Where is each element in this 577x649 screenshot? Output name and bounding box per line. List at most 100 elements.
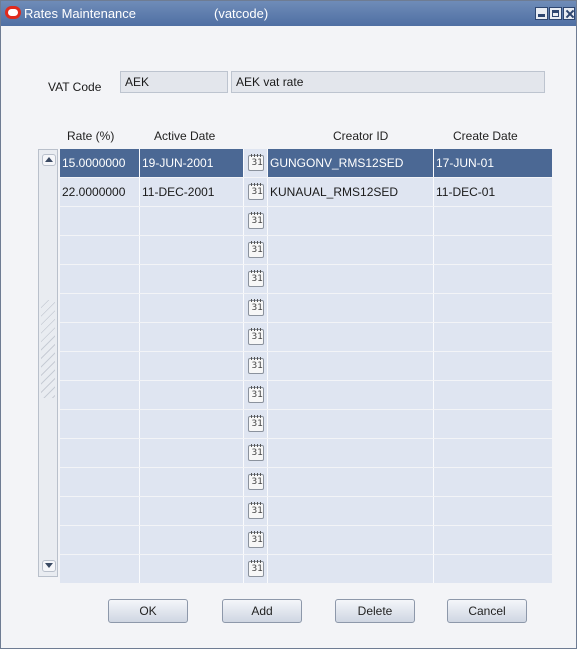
cancel-button[interactable]: Cancel bbox=[447, 599, 527, 623]
active-date-cell[interactable] bbox=[140, 352, 244, 380]
create-date-cell[interactable] bbox=[434, 207, 552, 235]
table-row[interactable]: 31 bbox=[60, 410, 552, 438]
creator-id-cell[interactable] bbox=[268, 497, 434, 525]
create-date-cell[interactable]: 17-JUN-01 bbox=[434, 149, 552, 177]
rate-cell[interactable] bbox=[60, 236, 140, 264]
rate-cell[interactable] bbox=[60, 294, 140, 322]
ok-button[interactable]: OK bbox=[108, 599, 188, 623]
close-icon[interactable] bbox=[563, 7, 575, 20]
calendar-button-cell[interactable]: 31 bbox=[244, 410, 268, 438]
creator-id-cell[interactable] bbox=[268, 439, 434, 467]
create-date-cell[interactable]: 11-DEC-01 bbox=[434, 178, 552, 206]
active-date-cell[interactable] bbox=[140, 207, 244, 235]
active-date-cell[interactable] bbox=[140, 526, 244, 554]
calendar-icon[interactable]: 31 bbox=[247, 560, 264, 577]
create-date-cell[interactable] bbox=[434, 468, 552, 496]
calendar-icon[interactable]: 31 bbox=[247, 328, 264, 345]
table-row[interactable]: 22.0000000 11-DEC-2001 31 KUNAUAL_RMS12SED 1… bbox=[60, 178, 552, 206]
rate-cell[interactable] bbox=[60, 526, 140, 554]
creator-id-cell[interactable] bbox=[268, 555, 434, 583]
add-button[interactable]: Add bbox=[222, 599, 302, 623]
active-date-cell[interactable] bbox=[140, 323, 244, 351]
create-date-cell[interactable] bbox=[434, 265, 552, 293]
creator-id-cell[interactable]: GUNGONV_RMS12SED bbox=[268, 149, 434, 177]
calendar-button-cell[interactable]: 31 bbox=[244, 178, 268, 206]
active-date-cell[interactable] bbox=[140, 439, 244, 467]
creator-id-cell[interactable] bbox=[268, 207, 434, 235]
vertical-scrollbar[interactable] bbox=[38, 149, 58, 577]
calendar-icon[interactable]: 31 bbox=[247, 270, 264, 287]
table-row[interactable]: 31 bbox=[60, 497, 552, 525]
rate-cell[interactable] bbox=[60, 265, 140, 293]
create-date-cell[interactable] bbox=[434, 323, 552, 351]
table-row[interactable]: 31 bbox=[60, 294, 552, 322]
calendar-button-cell[interactable]: 31 bbox=[244, 149, 268, 177]
table-row[interactable]: 31 bbox=[60, 526, 552, 554]
table-row[interactable]: 31 bbox=[60, 323, 552, 351]
creator-id-cell[interactable] bbox=[268, 236, 434, 264]
rate-cell[interactable] bbox=[60, 439, 140, 467]
scroll-down-icon[interactable] bbox=[42, 560, 56, 572]
table-row[interactable]: 31 bbox=[60, 381, 552, 409]
creator-id-cell[interactable] bbox=[268, 410, 434, 438]
table-row[interactable]: 31 bbox=[60, 265, 552, 293]
creator-id-cell[interactable] bbox=[268, 468, 434, 496]
creator-id-cell[interactable]: KUNAUAL_RMS12SED bbox=[268, 178, 434, 206]
rate-cell[interactable] bbox=[60, 381, 140, 409]
calendar-button-cell[interactable]: 31 bbox=[244, 555, 268, 583]
table-row[interactable]: 31 bbox=[60, 352, 552, 380]
scroll-grip[interactable] bbox=[41, 300, 55, 398]
creator-id-cell[interactable] bbox=[268, 381, 434, 409]
creator-id-cell[interactable] bbox=[268, 294, 434, 322]
rate-cell[interactable] bbox=[60, 207, 140, 235]
calendar-button-cell[interactable]: 31 bbox=[244, 439, 268, 467]
active-date-cell[interactable] bbox=[140, 497, 244, 525]
active-date-cell[interactable] bbox=[140, 555, 244, 583]
calendar-icon[interactable]: 31 bbox=[247, 444, 264, 461]
rate-cell[interactable] bbox=[60, 555, 140, 583]
calendar-button-cell[interactable]: 31 bbox=[244, 236, 268, 264]
rate-cell[interactable] bbox=[60, 352, 140, 380]
calendar-button-cell[interactable]: 31 bbox=[244, 526, 268, 554]
active-date-cell[interactable] bbox=[140, 265, 244, 293]
create-date-cell[interactable] bbox=[434, 381, 552, 409]
rate-cell[interactable] bbox=[60, 323, 140, 351]
calendar-icon[interactable]: 31 bbox=[247, 154, 264, 171]
calendar-button-cell[interactable]: 31 bbox=[244, 352, 268, 380]
rate-cell[interactable]: 15.0000000 bbox=[60, 149, 140, 177]
creator-id-cell[interactable] bbox=[268, 526, 434, 554]
create-date-cell[interactable] bbox=[434, 555, 552, 583]
calendar-button-cell[interactable]: 31 bbox=[244, 497, 268, 525]
calendar-icon[interactable]: 31 bbox=[247, 502, 264, 519]
calendar-button-cell[interactable]: 31 bbox=[244, 323, 268, 351]
calendar-button-cell[interactable]: 31 bbox=[244, 468, 268, 496]
active-date-cell[interactable] bbox=[140, 236, 244, 264]
minimize-icon[interactable] bbox=[535, 7, 548, 20]
rate-cell[interactable] bbox=[60, 497, 140, 525]
create-date-cell[interactable] bbox=[434, 352, 552, 380]
creator-id-cell[interactable] bbox=[268, 265, 434, 293]
table-row[interactable]: 31 bbox=[60, 236, 552, 264]
table-row[interactable]: 31 bbox=[60, 468, 552, 496]
rate-cell[interactable]: 22.0000000 bbox=[60, 178, 140, 206]
calendar-button-cell[interactable]: 31 bbox=[244, 294, 268, 322]
create-date-cell[interactable] bbox=[434, 294, 552, 322]
calendar-icon[interactable]: 31 bbox=[247, 183, 264, 200]
creator-id-cell[interactable] bbox=[268, 323, 434, 351]
create-date-cell[interactable] bbox=[434, 236, 552, 264]
active-date-cell[interactable] bbox=[140, 381, 244, 409]
table-row[interactable]: 31 bbox=[60, 207, 552, 235]
rate-cell[interactable] bbox=[60, 468, 140, 496]
calendar-icon[interactable]: 31 bbox=[247, 212, 264, 229]
title-bar[interactable]: Rates Maintenance (vatcode) bbox=[1, 1, 576, 26]
calendar-icon[interactable]: 31 bbox=[247, 299, 264, 316]
delete-button[interactable]: Delete bbox=[335, 599, 415, 623]
calendar-icon[interactable]: 31 bbox=[247, 415, 264, 432]
create-date-cell[interactable] bbox=[434, 410, 552, 438]
create-date-cell[interactable] bbox=[434, 497, 552, 525]
create-date-cell[interactable] bbox=[434, 526, 552, 554]
calendar-button-cell[interactable]: 31 bbox=[244, 381, 268, 409]
table-row[interactable]: 15.0000000 19-JUN-2001 31 GUNGONV_RMS12SED 1… bbox=[60, 149, 552, 177]
calendar-icon[interactable]: 31 bbox=[247, 386, 264, 403]
active-date-cell[interactable]: 11-DEC-2001 bbox=[140, 178, 244, 206]
